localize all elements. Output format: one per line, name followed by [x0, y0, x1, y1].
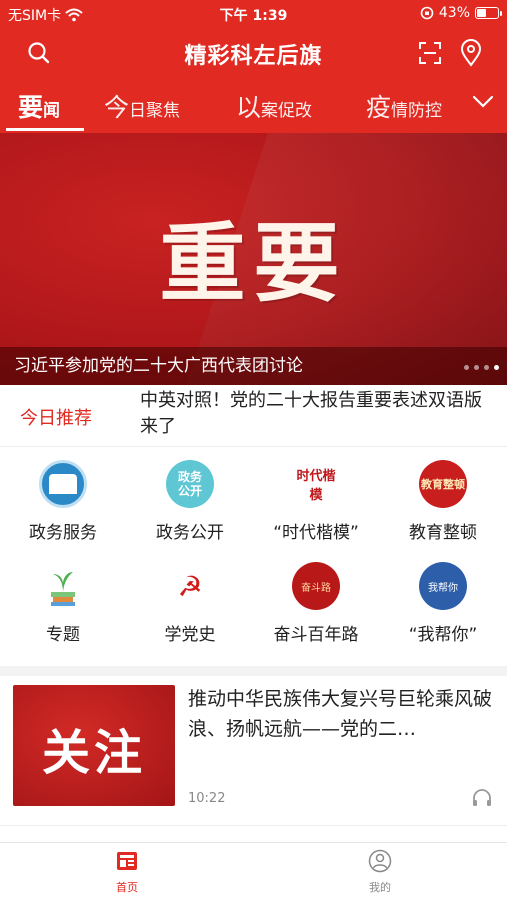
party-history-icon: ☭	[166, 562, 214, 610]
today-recommendation[interactable]: 今日推荐 中英对照！党的二十大报告重要表述双语版来了	[0, 385, 507, 447]
chevron-down-icon[interactable]	[471, 92, 495, 112]
education-icon-text: 教育整顿	[421, 478, 465, 491]
strive-icon-text: 奋斗路	[301, 582, 331, 594]
banner-pagination	[464, 365, 499, 370]
home-icon	[117, 852, 137, 870]
headphone-icon[interactable]	[471, 788, 493, 808]
grid-label: “我帮你”	[408, 625, 478, 645]
grid-item-education[interactable]: 教育整顿 教育整顿	[380, 460, 506, 543]
gov-public-icon: 政务公开	[166, 460, 214, 508]
grid-item-gov-service[interactable]: 政务服务	[0, 460, 126, 543]
grid-label: 政务服务	[29, 523, 97, 543]
today-label: 今日推荐	[20, 408, 92, 429]
tab-focus-big: 今	[104, 93, 130, 122]
tab-case-small: 案促改	[261, 101, 313, 121]
battery-icon	[475, 7, 502, 19]
pagination-dot-active	[494, 365, 499, 370]
banner-headline: 重要	[159, 213, 348, 314]
grid-item-strive[interactable]: 奋斗路 奋斗百年路	[253, 562, 379, 645]
grid-label: 奋斗百年路	[273, 625, 359, 645]
grid-item-party-history[interactable]: ☭ 学党史	[127, 562, 253, 645]
bottom-nav: 首页 我的	[0, 842, 507, 900]
grid-label: 政务公开	[156, 523, 224, 543]
model-icon: 时代楷模	[292, 460, 340, 508]
grid-item-topic[interactable]: 专题	[0, 562, 126, 645]
battery-percent: 43%	[438, 5, 470, 21]
hero-banner[interactable]: 重要 习近平参加党的二十大广西代表团讨论	[0, 133, 507, 385]
nav-mine[interactable]: 我的	[350, 849, 410, 895]
article-thumbnail: 关注	[13, 685, 175, 806]
tab-focus-small: 日聚焦	[129, 101, 181, 121]
profile-icon	[368, 849, 392, 873]
nav-home-label: 首页	[116, 881, 138, 894]
service-grid: 政务服务 政务公开 政务公开 时代楷模 “时代楷模” 教育整顿 教育整顿 专题 …	[0, 450, 507, 660]
article-time: 10:22	[188, 791, 226, 806]
tab-epidemic-big: 疫	[366, 93, 392, 122]
grid-item-help[interactable]: 我帮你 “我帮你”	[380, 562, 506, 645]
tab-focus[interactable]: 今日聚焦	[104, 88, 180, 124]
grid-label: 教育整顿	[409, 523, 477, 543]
tab-epidemic[interactable]: 疫情防控	[366, 88, 442, 124]
grid-label: 专题	[46, 625, 80, 645]
help-icon: 我帮你	[419, 562, 467, 610]
topic-icon	[39, 562, 87, 610]
party-history-icon-text: ☭	[177, 569, 203, 603]
gov-public-icon-text: 政务公开	[177, 470, 202, 498]
title-bar: 精彩科左后旗	[0, 30, 507, 74]
grid-item-gov-public[interactable]: 政务公开 政务公开	[127, 460, 253, 543]
help-icon-text: 我帮你	[428, 582, 458, 594]
grid-label: 学党史	[164, 625, 216, 645]
tab-epidemic-small: 情防控	[391, 101, 443, 121]
thumbnail-text: 关注	[41, 725, 146, 781]
grid-item-model[interactable]: 时代楷模 “时代楷模”	[253, 460, 379, 543]
pagination-dot	[464, 365, 469, 370]
tab-news-big: 要	[18, 93, 44, 122]
channel-tabs: 要闻 今日聚焦 以案促改 疫情防控	[0, 84, 507, 131]
header: 无SIM卡 下午 1:39 43% 精彩科左后旗 要闻 今日聚焦 以案促改 疫情…	[0, 0, 507, 133]
nav-home[interactable]: 首页	[97, 849, 157, 895]
active-tab-indicator	[6, 128, 84, 131]
orientation-lock-icon	[420, 6, 434, 20]
strive-icon: 奋斗路	[292, 562, 340, 610]
status-bar: 无SIM卡 下午 1:39 43%	[0, 0, 507, 28]
banner-caption: 习近平参加党的二十大广西代表团讨论	[0, 347, 507, 385]
tab-news[interactable]: 要闻	[18, 88, 60, 124]
tab-case[interactable]: 以案促改	[236, 88, 312, 124]
section-divider	[0, 666, 507, 676]
article-title: 推动中华民族伟大复兴号巨轮乘风破浪、扬帆远航——党的二…	[188, 688, 492, 740]
pagination-dot	[484, 365, 489, 370]
news-list-item[interactable]: 关注 推动中华民族伟大复兴号巨轮乘风破浪、扬帆远航——党的二… 10:22	[0, 676, 507, 826]
tab-case-big: 以	[236, 93, 262, 122]
pagination-dot	[474, 365, 479, 370]
tab-news-small: 闻	[43, 101, 61, 121]
education-icon: 教育整顿	[419, 460, 467, 508]
gov-service-icon	[39, 460, 87, 508]
location-icon[interactable]	[459, 39, 483, 67]
model-icon-text: 时代楷模	[296, 469, 336, 503]
grid-label: “时代楷模”	[273, 523, 359, 543]
nav-mine-label: 我的	[369, 881, 391, 894]
today-headline: 中英对照！党的二十大报告重要表述双语版来了	[140, 390, 482, 437]
scan-icon[interactable]	[417, 40, 443, 66]
